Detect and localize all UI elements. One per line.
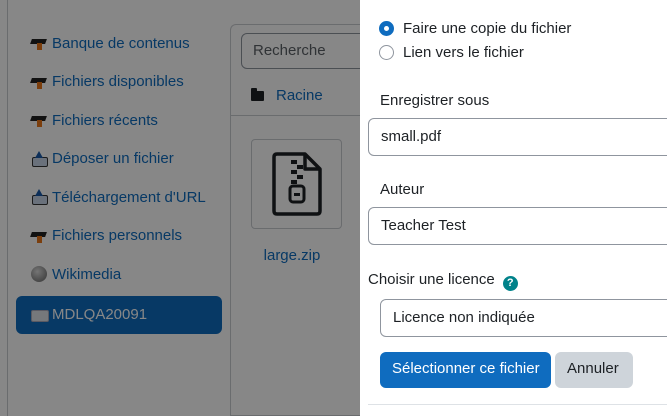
modal-backdrop <box>0 0 360 416</box>
author-label: Auteur <box>380 181 425 198</box>
help-icon[interactable]: ? <box>502 276 518 291</box>
save-as-label: Enregistrer sous <box>380 92 490 109</box>
option-link-file[interactable]: Lien vers le fichier <box>379 44 524 61</box>
cancel-button[interactable]: Annuler <box>555 352 633 388</box>
license-label: Choisir une licence <box>368 271 495 288</box>
file-select-dialog: Faire une copie du fichier Lien vers le … <box>360 0 667 416</box>
radio-unchecked[interactable] <box>379 45 394 60</box>
select-file-button[interactable]: Sélectionner ce fichier <box>380 352 551 388</box>
radio-checked[interactable] <box>379 21 394 36</box>
option-label: Lien vers le fichier <box>403 44 524 61</box>
author-input[interactable]: Teacher Test <box>368 207 667 245</box>
license-select[interactable]: Licence non indiquée <box>380 299 667 337</box>
save-as-input[interactable]: small.pdf <box>368 118 667 156</box>
dialog-footer-divider <box>368 404 667 405</box>
option-copy-file[interactable]: Faire une copie du fichier <box>379 20 571 37</box>
option-label: Faire une copie du fichier <box>403 20 572 37</box>
license-label-row: Choisir une licence? <box>368 271 518 291</box>
